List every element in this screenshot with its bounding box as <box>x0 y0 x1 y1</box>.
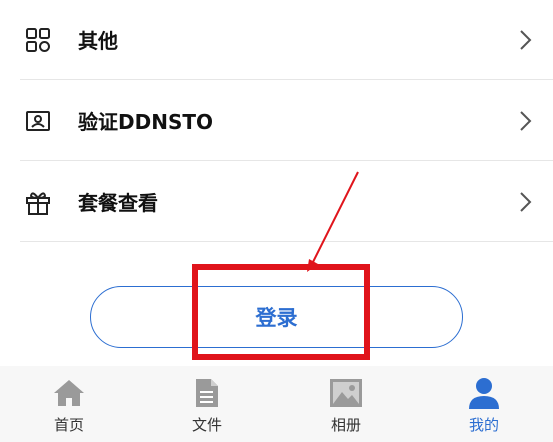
tab-files[interactable]: 文件 <box>167 366 247 442</box>
tab-label: 相册 <box>330 416 361 434</box>
menu-item-label: 其他 <box>78 29 118 53</box>
image-icon <box>329 376 363 410</box>
chevron-right-icon <box>517 109 533 133</box>
chevron-right-icon <box>517 28 533 52</box>
chevron-right-icon <box>517 190 533 214</box>
tab-album[interactable]: 相册 <box>306 366 386 442</box>
menu-item-other[interactable]: 其他 <box>20 0 553 80</box>
file-icon <box>190 376 224 410</box>
gift-icon <box>22 186 54 218</box>
annotation-highlight-box <box>192 264 370 360</box>
user-icon <box>467 376 501 410</box>
tab-label: 首页 <box>53 416 84 434</box>
menu-item-package[interactable]: 套餐查看 <box>20 162 553 242</box>
bottom-tab-bar: 首页 文件 相册 我的 <box>0 366 553 442</box>
id-card-icon <box>22 105 54 137</box>
tab-mine[interactable]: 我的 <box>444 366 524 442</box>
menu-item-label: 验证DDNSTO <box>78 110 213 134</box>
menu-item-label: 套餐查看 <box>78 191 158 215</box>
home-icon <box>52 376 86 410</box>
menu-item-verify-ddnsto[interactable]: 验证DDNSTO <box>20 81 553 161</box>
tab-label: 我的 <box>468 416 499 434</box>
tab-label: 文件 <box>191 416 222 434</box>
grid-icon <box>22 24 54 56</box>
tab-home[interactable]: 首页 <box>29 366 109 442</box>
